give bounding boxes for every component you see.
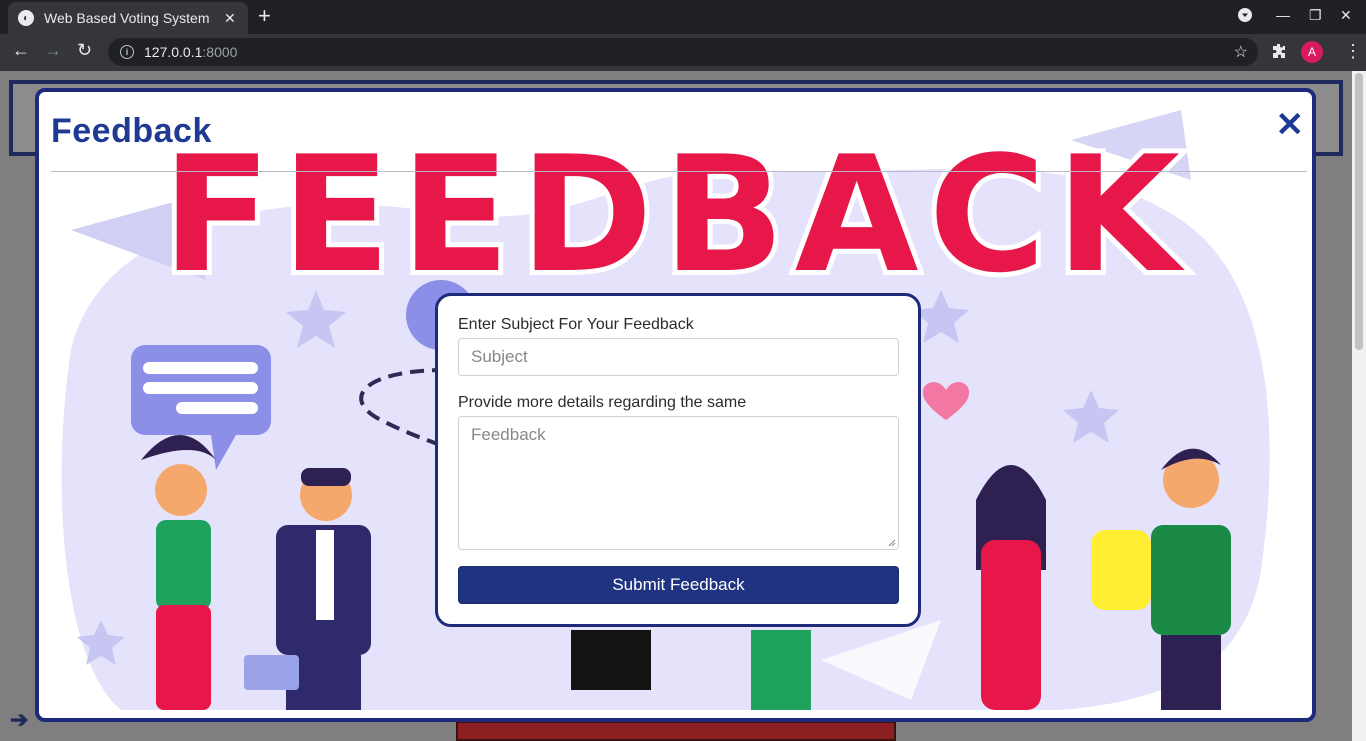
page-background-block [456,721,896,741]
modal-divider [51,171,1307,172]
submit-feedback-button[interactable]: Submit Feedback [458,566,899,604]
url-host: 127.0.0.1 [144,44,203,60]
forward-icon[interactable]: → [44,40,62,61]
maximize-icon[interactable]: ❐ [1309,7,1322,24]
window-close-icon[interactable]: ✕ [1340,7,1352,24]
address-bar[interactable]: i 127.0.0.1 :8000 ☆ [108,38,1258,66]
browser-tabbar: ◐ Web Based Voting System ✕ + — ❐ ✕ [0,0,1366,34]
minimize-icon[interactable]: — [1276,7,1290,23]
bookmark-star-icon[interactable]: ☆ [1234,42,1248,62]
page-scrollbar[interactable] [1352,71,1366,741]
globe-icon: ◐ [18,10,34,26]
tab-close-icon[interactable]: ✕ [224,10,236,27]
browser-tab[interactable]: ◐ Web Based Voting System ✕ [8,2,248,34]
arrow-right-icon: ➔ [10,707,29,732]
resize-handle-icon[interactable] [888,539,896,547]
feedback-placeholder: Feedback [471,425,546,444]
scrollbar-thumb[interactable] [1355,73,1363,350]
tab-title: Web Based Voting System [44,10,210,26]
browser-menu-icon[interactable]: ⋮ [1344,41,1362,62]
url-port: :8000 [202,44,238,60]
svg-text:FEEDBACK: FEEDBACK [162,121,1190,308]
subject-input[interactable]: Subject [458,338,899,376]
browser-toolbar: ← → ↻ i 127.0.0.1 :8000 ☆ A ⋮ [0,34,1366,71]
feedback-modal: FEEDBACK Feedback ✕ Enter Subject For Yo… [35,88,1316,722]
new-tab-icon[interactable]: + [258,5,271,27]
close-icon[interactable]: ✕ [1276,108,1305,142]
feedback-textarea[interactable]: Feedback [458,416,899,550]
subject-label: Enter Subject For Your Feedback [458,316,694,333]
reload-icon[interactable]: ↻ [77,40,92,61]
details-label: Provide more details regarding the same [458,394,747,411]
extensions-icon[interactable] [1271,43,1287,64]
feedback-form: Enter Subject For Your Feedback Subject … [435,293,921,627]
profile-avatar[interactable]: A [1301,41,1323,63]
site-info-icon[interactable]: i [120,45,134,59]
modal-title: Feedback [51,112,212,150]
back-icon[interactable]: ← [12,40,30,61]
tab-search-icon[interactable] [1238,8,1252,25]
